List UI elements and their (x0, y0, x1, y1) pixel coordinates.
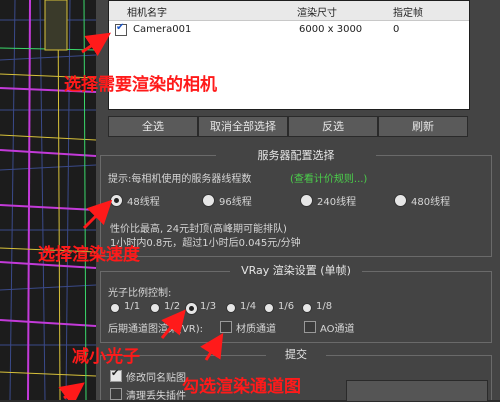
rename-texture-checkbox[interactable] (110, 368, 122, 382)
thread-480-label: 480线程 (411, 197, 451, 208)
thread-96-radio[interactable] (202, 194, 215, 207)
column-camera-name[interactable]: 相机名字 (127, 4, 167, 19)
thread-96-label: 96线程 (219, 197, 252, 208)
annotation-reduce-photon: 减小光子 (72, 347, 140, 367)
invert-selection-button[interactable]: 反选 (288, 116, 378, 137)
photon-1-6-radio[interactable] (264, 303, 274, 313)
photon-1-3-label: 1/3 (200, 301, 217, 312)
annotation-select-camera: 选择需要渲染的相机 (64, 75, 217, 95)
photon-1-2-radio[interactable] (150, 303, 160, 313)
submit-button-area[interactable] (346, 380, 488, 402)
camera-size: 6000 x 3000 (299, 24, 363, 35)
vray-settings-title: VRay 渲染设置 (单帧) (230, 263, 362, 279)
clean-plugins-checkbox[interactable] (110, 388, 122, 400)
annotation-select-speed: 选择渲染速度 (38, 245, 140, 265)
submit-title: 提交 (266, 347, 326, 363)
render-settings-panel: 相机名字 渲染尺寸 指定帧 Camera001 6000 x 3000 0 全选… (96, 0, 500, 402)
rename-texture-label: 修改同名贴图 (126, 373, 186, 384)
viewport[interactable] (0, 0, 96, 400)
camera-checkbox[interactable] (115, 22, 127, 36)
photon-1-8-radio[interactable] (302, 303, 312, 313)
camera-name: Camera001 (133, 24, 192, 35)
photon-1-4-radio[interactable] (226, 303, 236, 313)
channel-render-label: 后期通道图渲染(VR): (108, 324, 203, 335)
server-config-title: 服务器配置选择 (216, 148, 376, 164)
ao-channel-checkbox[interactable] (304, 321, 316, 333)
table-row[interactable]: Camera001 6000 x 3000 0 (109, 21, 469, 39)
photon-1-1-label: 1/1 (124, 301, 141, 312)
photon-1-1-radio[interactable] (110, 303, 120, 313)
material-channel-checkbox[interactable] (220, 321, 232, 333)
camera-frame: 0 (393, 24, 400, 35)
thread-48-label: 48线程 (127, 197, 160, 208)
material-channel-label: 材质通道 (236, 324, 276, 335)
thread-48-radio[interactable] (110, 194, 123, 207)
viewport-wireframe (0, 0, 96, 400)
pricing-rules-link[interactable]: (查看计价规则...) (290, 170, 367, 185)
thread-240-radio[interactable] (300, 194, 313, 207)
server-hint-text: 提示:每相机使用的服务器线程数 (108, 174, 252, 185)
ao-channel-label: AO通道 (320, 324, 355, 335)
thread-240-label: 240线程 (317, 197, 357, 208)
deselect-all-button[interactable]: 取消全部选择 (198, 116, 288, 137)
photon-1-3-radio[interactable] (185, 302, 198, 315)
price-line-1: 性价比最高, 24元封顶(高峰期可能排队) (110, 224, 287, 235)
select-all-button[interactable]: 全选 (108, 116, 198, 137)
photon-1-4-label: 1/4 (240, 301, 257, 312)
server-hint: 提示:每相机使用的服务器线程数 (108, 170, 251, 185)
column-frame[interactable]: 指定帧 (393, 4, 423, 19)
photon-1-6-label: 1/6 (278, 301, 295, 312)
photon-1-8-label: 1/8 (316, 301, 333, 312)
photon-1-2-label: 1/2 (164, 301, 181, 312)
photon-ratio-label: 光子比例控制: (108, 288, 172, 299)
column-render-size[interactable]: 渲染尺寸 (297, 4, 337, 19)
annotation-select-channel: 勾选渲染通道图 (182, 377, 301, 397)
camera-table-header: 相机名字 渲染尺寸 指定帧 (109, 1, 469, 21)
thread-480-radio[interactable] (394, 194, 407, 207)
refresh-button[interactable]: 刷新 (378, 116, 468, 137)
